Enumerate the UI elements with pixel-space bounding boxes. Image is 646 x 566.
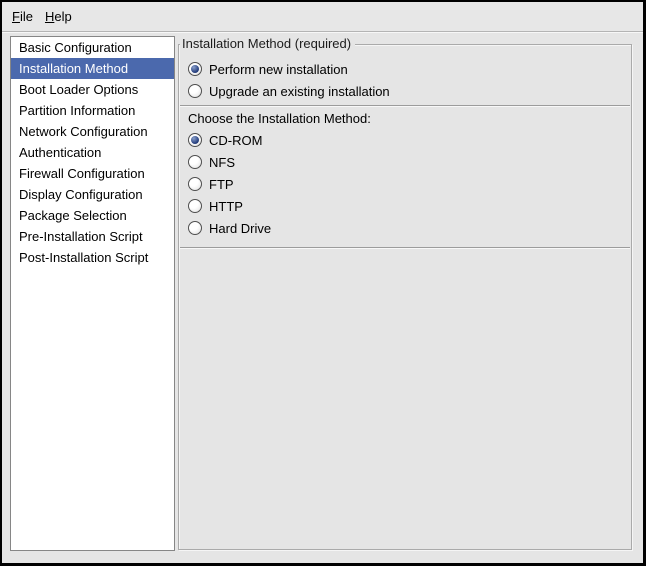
category-list: Basic Configuration Installation Method … — [10, 36, 175, 551]
radio-button-icon[interactable] — [188, 221, 202, 235]
sidebar-item-firewall-configuration[interactable]: Firewall Configuration — [11, 163, 174, 184]
radio-row-nfs[interactable]: NFS — [188, 151, 623, 173]
sidebar-item-post-installation-script[interactable]: Post-Installation Script — [11, 247, 174, 268]
radio-row-hard-drive[interactable]: Hard Drive — [188, 217, 623, 239]
sidebar-item-basic-configuration[interactable]: Basic Configuration — [11, 37, 174, 58]
installation-method-panel: Perform new installation Upgrade an exis… — [178, 44, 632, 550]
frame-title-installation-method: Installation Method (required) — [180, 36, 355, 51]
radio-row-http[interactable]: HTTP — [188, 195, 623, 217]
radio-button-icon[interactable] — [188, 199, 202, 213]
sidebar-item-package-selection[interactable]: Package Selection — [11, 205, 174, 226]
menu-help[interactable]: Help — [39, 6, 78, 27]
radio-label: CD-ROM — [209, 133, 262, 148]
sidebar-item-pre-installation-script[interactable]: Pre-Installation Script — [11, 226, 174, 247]
radio-button-icon[interactable] — [188, 62, 202, 76]
radio-row-ftp[interactable]: FTP — [188, 173, 623, 195]
radio-label: Hard Drive — [209, 221, 271, 236]
kickstart-configurator-window: File Help Basic Configuration Installati… — [0, 0, 646, 566]
sidebar-item-installation-method[interactable]: Installation Method — [11, 58, 174, 79]
horizontal-separator — [180, 247, 630, 249]
installation-method-content: Perform new installation Upgrade an exis… — [179, 45, 631, 249]
radio-label: NFS — [209, 155, 235, 170]
sidebar-item-display-configuration[interactable]: Display Configuration — [11, 184, 174, 205]
radio-label: HTTP — [209, 199, 243, 214]
menu-file-label: File — [12, 9, 33, 24]
sidebar-item-partition-information[interactable]: Partition Information — [11, 100, 174, 121]
sidebar-item-boot-loader-options[interactable]: Boot Loader Options — [11, 79, 174, 100]
radio-button-icon[interactable] — [188, 84, 202, 98]
horizontal-separator — [180, 105, 630, 107]
menu-file[interactable]: File — [6, 6, 39, 27]
radio-button-icon[interactable] — [188, 177, 202, 191]
radio-row-upgrade-existing-installation[interactable]: Upgrade an existing installation — [188, 80, 623, 102]
sidebar-item-authentication[interactable]: Authentication — [11, 142, 174, 163]
sidebar-item-network-configuration[interactable]: Network Configuration — [11, 121, 174, 142]
choose-method-label: Choose the Installation Method: — [188, 109, 623, 129]
menubar: File Help — [2, 2, 643, 32]
radio-row-cdrom[interactable]: CD-ROM — [188, 129, 623, 151]
radio-label: Upgrade an existing installation — [209, 84, 390, 99]
radio-row-perform-new-installation[interactable]: Perform new installation — [188, 58, 623, 80]
radio-button-icon[interactable] — [188, 155, 202, 169]
menu-help-label: Help — [45, 9, 72, 24]
radio-label: Perform new installation — [209, 62, 348, 77]
radio-label: FTP — [209, 177, 234, 192]
radio-button-icon[interactable] — [188, 133, 202, 147]
